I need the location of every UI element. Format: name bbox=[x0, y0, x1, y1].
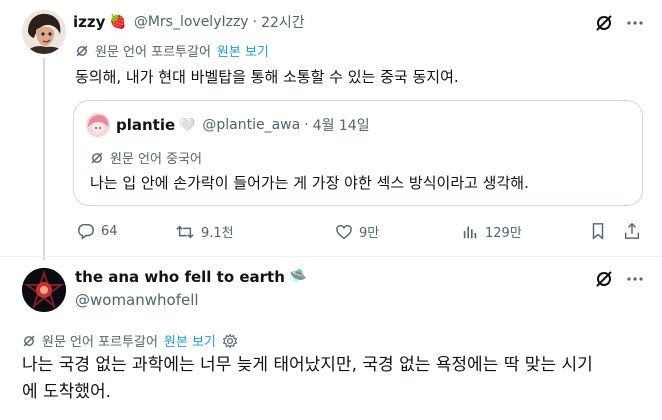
ufo-icon: 🛸 bbox=[289, 269, 308, 285]
retweet-button[interactable]: 9.1천 bbox=[175, 222, 234, 241]
tweet2-translate-label: 원문 언어 포르투갈어 bbox=[42, 335, 158, 350]
retweet-count: 9.1천 bbox=[201, 226, 234, 241]
tweet2-text-line2: 에 도착했어. bbox=[22, 382, 112, 402]
grok-icon bbox=[596, 271, 612, 287]
retweet-icon bbox=[176, 225, 194, 238]
tweet1-separator: · bbox=[252, 14, 258, 30]
views-icon bbox=[463, 226, 477, 238]
white-heart-icon: 🤍 bbox=[179, 117, 196, 133]
quote-translate-label: 원문 언어 중국어 bbox=[110, 152, 202, 167]
tweet2-display-name[interactable]: the ana who fell to earth bbox=[75, 268, 285, 286]
thread-line bbox=[43, 58, 45, 260]
tweet2-handle[interactable]: @womanwhofell bbox=[75, 291, 199, 309]
reply-icon bbox=[78, 223, 94, 240]
quote-separator: · bbox=[304, 117, 309, 133]
bookmark-icon bbox=[592, 223, 604, 240]
share-icon bbox=[624, 222, 640, 239]
tweet2-text-line1: 나는 국경 없는 과학에는 너무 늦게 태어났지만, 국경 없는 욕정에는 딱 … bbox=[22, 355, 593, 375]
strawberry-icon: 🍓 bbox=[109, 14, 127, 30]
tweet2-header: the ana who fell to earth 🛸 bbox=[75, 268, 307, 286]
tweet1-text: 동의해, 내가 현대 바벨탑을 통해 소통할 수 있는 중국 동지여. bbox=[75, 68, 459, 86]
more-icon bbox=[627, 277, 643, 281]
tweet2-grok-button[interactable] bbox=[593, 268, 615, 290]
views-count: 129만 bbox=[485, 226, 522, 241]
share-button[interactable] bbox=[623, 222, 641, 240]
like-count: 9만 bbox=[359, 226, 380, 241]
izzy-avatar[interactable] bbox=[22, 10, 66, 54]
tweet1-header: izzy 🍓 @Mrs_lovelyIzzy · 22시간 bbox=[73, 12, 305, 32]
reply-button[interactable]: 64 bbox=[77, 222, 118, 240]
plantie-avatar-image bbox=[86, 113, 110, 137]
translate-icon bbox=[76, 45, 88, 56]
ana-avatar[interactable] bbox=[22, 268, 66, 312]
plantie-avatar[interactable] bbox=[86, 113, 110, 137]
tweet1-translate-row: 원문 언어 포르투갈어 원본 보기 bbox=[75, 41, 269, 60]
reply-count: 64 bbox=[101, 223, 118, 239]
bookmark-button[interactable] bbox=[589, 222, 607, 240]
tweet1-action-bar: 64 9.1천 9만 129만 bbox=[73, 218, 643, 246]
tweet2-show-original-link[interactable]: 원본 보기 bbox=[164, 331, 216, 350]
translate-icon bbox=[23, 335, 35, 346]
izzy-avatar-image bbox=[22, 10, 66, 54]
quote-translate-row: 원문 언어 중국어 bbox=[90, 148, 202, 167]
quote-display-name[interactable]: plantie bbox=[116, 116, 175, 134]
tweet-divider bbox=[0, 256, 662, 257]
quote-date: 4월 14일 bbox=[312, 118, 370, 134]
gear-icon[interactable] bbox=[222, 333, 238, 349]
more-icon bbox=[627, 21, 643, 25]
translate-icon bbox=[91, 152, 103, 163]
quote-handle: @plantie_awa bbox=[202, 117, 301, 133]
quote-text: 나는 입 안에 손가락이 들어가는 게 가장 야한 섹스 방식이라고 생각해. bbox=[90, 174, 529, 192]
like-button[interactable]: 9만 bbox=[335, 222, 379, 241]
views-button[interactable]: 129만 bbox=[461, 222, 522, 241]
tweet1-handle[interactable]: @Mrs_lovelyIzzy bbox=[134, 14, 249, 30]
heart-icon bbox=[336, 224, 352, 239]
grok-icon bbox=[596, 15, 612, 31]
tweet1-show-original-link[interactable]: 원본 보기 bbox=[217, 41, 269, 60]
tweet2-text: 나는 국경 없는 과학에는 너무 늦게 태어났지만, 국경 없는 욕정에는 딱 … bbox=[22, 352, 652, 406]
tweet1-display-name[interactable]: izzy bbox=[73, 13, 105, 31]
quote-tweet-card[interactable]: plantie 🤍 @plantie_awa · 4월 14일 원문 언어 중국… bbox=[73, 100, 643, 206]
tweet1-translate-label: 원문 언어 포르투갈어 bbox=[95, 45, 211, 60]
tweet1-grok-button[interactable] bbox=[593, 12, 615, 34]
quote-header: plantie 🤍 @plantie_awa · 4월 14일 bbox=[116, 115, 370, 135]
ana-avatar-image bbox=[22, 268, 66, 312]
tweet2-more-button[interactable] bbox=[624, 268, 646, 290]
tweet1-more-button[interactable] bbox=[624, 12, 646, 34]
tweet1-time[interactable]: 22시간 bbox=[261, 12, 305, 32]
tweet2-translate-row: 원문 언어 포르투갈어 원본 보기 bbox=[22, 331, 238, 350]
